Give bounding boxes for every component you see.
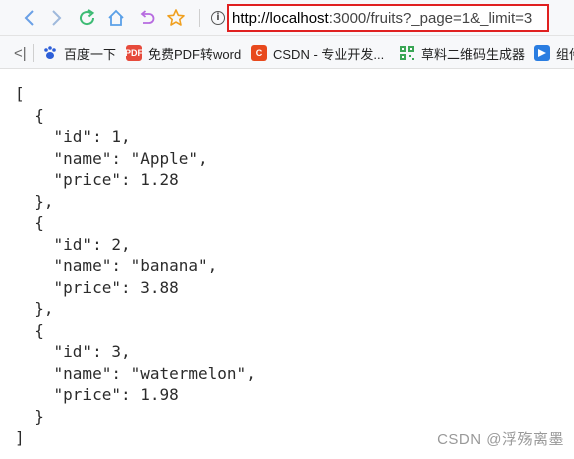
url-path: :3000/fruits?_page=1&_limit=3	[328, 9, 533, 27]
browser-toolbar: i http://localhost:3000/fruits?_page=1&_…	[0, 0, 574, 36]
bookmark-components[interactable]: 组件	[534, 43, 574, 63]
bookmark-label: 免费PDF转word	[148, 46, 242, 62]
json-line: "price": 1.28	[15, 170, 179, 189]
forward-button[interactable]	[44, 6, 68, 30]
bookmark-pdf-to-word[interactable]: PDF 免费PDF转word	[125, 43, 242, 63]
back-button[interactable]	[18, 6, 42, 30]
reload-icon	[80, 9, 95, 26]
undo-button[interactable]	[135, 6, 159, 30]
sidebar-toggle-icon[interactable]: <|	[14, 45, 27, 62]
bookmark-label: 草料二维码生成器	[421, 46, 526, 62]
bookmark-baidu[interactable]: 百度一下	[42, 43, 116, 63]
home-icon	[108, 9, 124, 26]
csdn-icon: C	[251, 45, 267, 61]
reload-button[interactable]	[75, 6, 99, 30]
undo-icon	[140, 10, 155, 24]
json-line: }	[15, 407, 44, 426]
json-line: "price": 1.98	[15, 385, 179, 404]
json-line: {	[15, 213, 44, 232]
json-line: "name": "watermelon",	[15, 364, 256, 383]
json-line: {	[15, 106, 44, 125]
json-line: [	[15, 84, 25, 103]
json-line: "id": 1,	[15, 127, 131, 146]
json-line: "name": "Apple",	[15, 149, 208, 168]
chevron-left-icon	[24, 10, 34, 26]
bookmark-label: 组件	[556, 46, 574, 62]
json-line: "price": 3.88	[15, 278, 179, 297]
url-host: http://localhost	[232, 9, 329, 27]
address-bar[interactable]: http://localhost:3000/fruits?_page=1&_li…	[227, 4, 549, 32]
pdf-icon: PDF	[125, 45, 143, 61]
bookmark-label: CSDN - 专业开发...	[273, 46, 385, 62]
bookmarks-divider	[33, 44, 34, 62]
watermark: CSDN @浮殇离墨	[437, 431, 564, 448]
bookmark-csdn[interactable]: C CSDN - 专业开发...	[251, 43, 384, 63]
baidu-paw-icon	[42, 45, 58, 61]
qr-code-icon	[399, 45, 415, 61]
json-line: },	[15, 299, 54, 318]
json-line: },	[15, 192, 54, 211]
home-button[interactable]	[104, 6, 128, 30]
bookmarks-bar: <| 百度一下 PDF 免费PDF转word C CSDN - 专业开发... …	[0, 36, 574, 69]
json-line: "id": 3,	[15, 342, 131, 361]
json-viewer: [ { "id": 1, "name": "Apple", "price": 1…	[0, 69, 574, 459]
json-line: ]	[15, 428, 25, 447]
chevron-right-icon	[52, 10, 62, 26]
star-icon	[167, 9, 185, 26]
json-line: "id": 2,	[15, 235, 131, 254]
json-line: {	[15, 321, 44, 340]
bookmark-label: 百度一下	[64, 46, 117, 62]
json-line: "name": "banana",	[15, 256, 218, 275]
component-icon	[534, 45, 550, 61]
toolbar-divider	[199, 9, 200, 27]
site-info-icon[interactable]: i	[211, 11, 225, 25]
bookmark-qr-generator[interactable]: 草料二维码生成器	[399, 43, 525, 63]
favorite-button[interactable]	[164, 6, 188, 30]
